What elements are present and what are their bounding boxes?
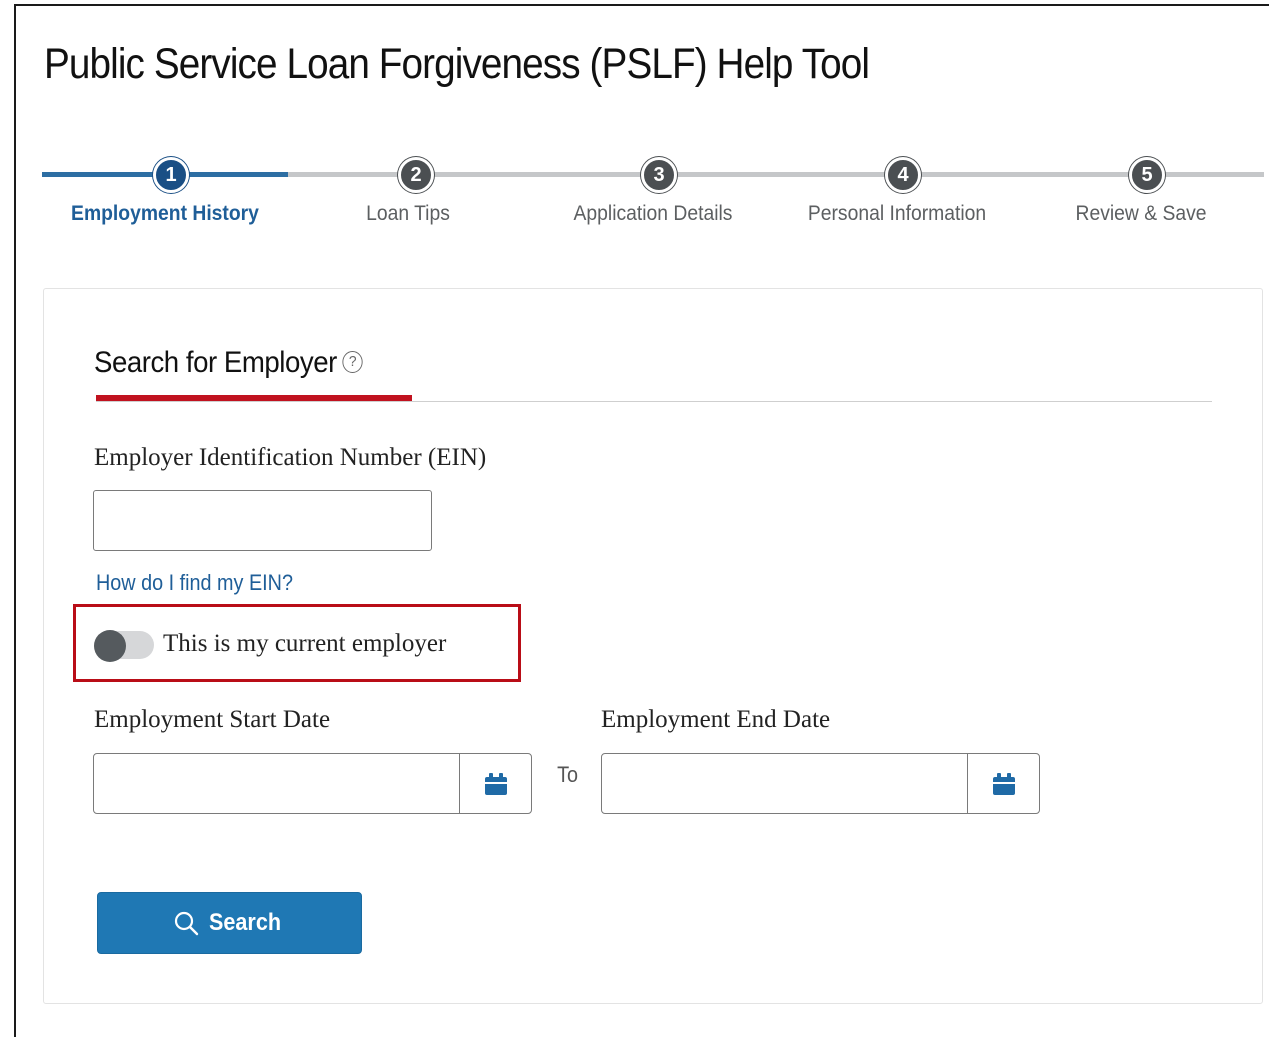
step-1-marker[interactable]: 1 xyxy=(153,157,189,193)
search-button[interactable]: Search xyxy=(97,892,362,954)
ein-input[interactable] xyxy=(93,490,432,551)
search-button-label: Search xyxy=(209,909,282,936)
end-date-group xyxy=(601,753,1040,814)
start-date-picker-button[interactable] xyxy=(459,754,531,813)
page-title: Public Service Loan Forgiveness (PSLF) H… xyxy=(44,40,870,88)
step-1-label[interactable]: Employment History xyxy=(55,202,276,226)
end-date-input[interactable] xyxy=(602,754,967,813)
calendar-icon xyxy=(992,772,1015,795)
step-3-label[interactable]: Application Details xyxy=(543,202,764,226)
toggle-knob xyxy=(94,630,126,662)
step-2-marker[interactable]: 2 xyxy=(398,157,434,193)
step-track-remaining xyxy=(288,172,1264,177)
ein-help-link[interactable]: How do I find my EIN? xyxy=(96,570,293,596)
search-icon xyxy=(175,911,199,936)
progress-stepper: 1 Employment History 2 Loan Tips 3 Appli… xyxy=(0,150,1269,240)
start-date-label: Employment Start Date xyxy=(94,706,331,733)
current-employer-label[interactable]: This is my current employer xyxy=(163,630,446,658)
section-heading: Search for Employer? xyxy=(94,346,363,380)
ein-label: Employer Identification Number (EIN) xyxy=(94,444,487,471)
start-date-input[interactable] xyxy=(94,754,459,813)
end-date-label: Employment End Date xyxy=(601,706,831,733)
section-heading-text: Search for Employer xyxy=(94,346,337,379)
date-range-to-label: To xyxy=(557,762,579,787)
step-5-label[interactable]: Review & Save xyxy=(1031,202,1252,226)
end-date-picker-button[interactable] xyxy=(967,754,1039,813)
step-4-label[interactable]: Personal Information xyxy=(787,202,1008,226)
step-3-marker[interactable]: 3 xyxy=(641,157,677,193)
heading-divider xyxy=(96,401,1212,402)
calendar-icon xyxy=(484,772,507,795)
step-2-label[interactable]: Loan Tips xyxy=(298,202,519,226)
step-5-marker[interactable]: 5 xyxy=(1129,157,1165,193)
step-4-marker[interactable]: 4 xyxy=(885,157,921,193)
current-employer-toggle[interactable] xyxy=(94,630,154,662)
start-date-group xyxy=(93,753,532,814)
question-circle-icon[interactable]: ? xyxy=(342,351,363,374)
heading-accent-underline xyxy=(96,395,412,401)
